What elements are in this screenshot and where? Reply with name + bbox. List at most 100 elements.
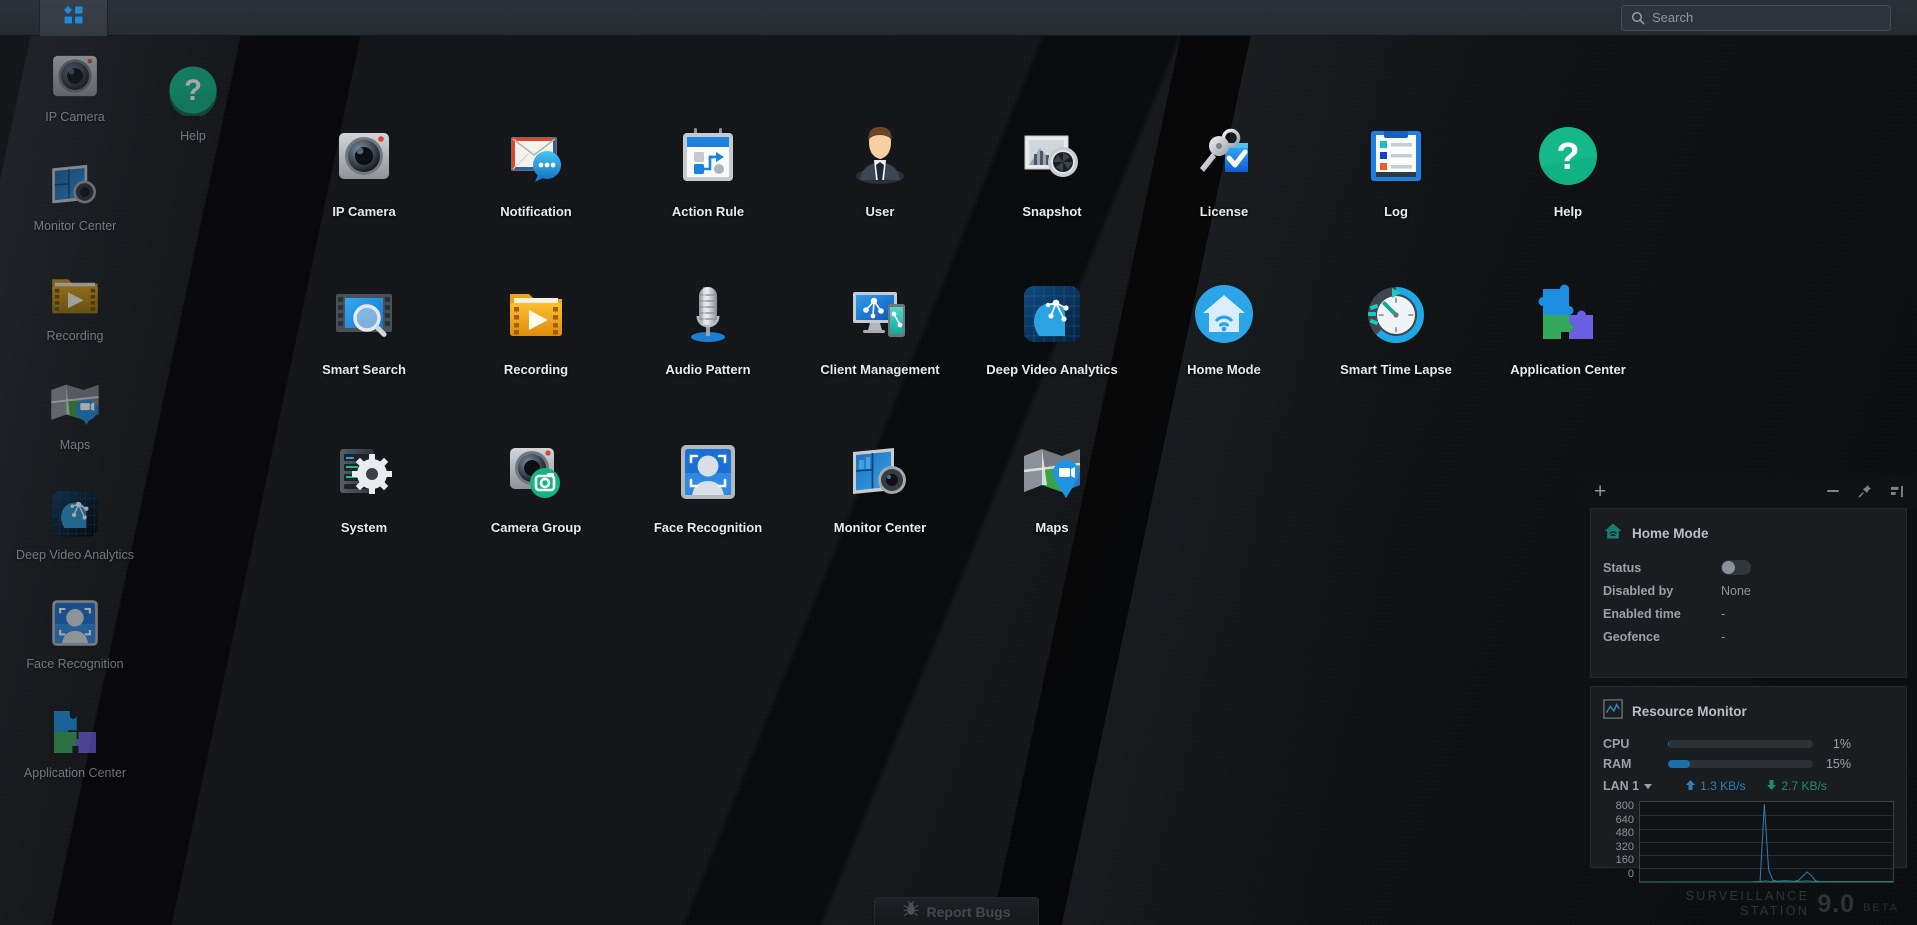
search-box[interactable]	[1621, 4, 1891, 31]
shortcut-deep-video-analytics[interactable]: Deep Video Analytics	[16, 486, 134, 562]
shortcut-application-center[interactable]: Application Center	[20, 704, 130, 780]
app-notification[interactable]: Notification	[450, 118, 622, 246]
app-label: Smart Time Lapse	[1340, 362, 1452, 377]
system-gear-icon	[332, 440, 396, 504]
search-input[interactable]	[1652, 6, 1890, 29]
app-home-mode[interactable]: Home Mode	[1138, 276, 1310, 404]
app-label: Deep Video Analytics	[986, 362, 1118, 377]
ip-camera-icon	[332, 124, 396, 188]
upload-arrow-icon	[1686, 779, 1696, 793]
app-label: Notification	[500, 204, 572, 219]
shortcut-label: Deep Video Analytics	[16, 547, 134, 562]
y-tick: 640	[1615, 813, 1634, 826]
shortcut-label: Face Recognition	[26, 656, 124, 671]
bug-icon	[902, 901, 919, 922]
app-label: Help	[1553, 204, 1583, 219]
row-key: Geofence	[1603, 629, 1660, 644]
maps-icon	[1020, 440, 1084, 504]
app-camera-group[interactable]: Camera Group	[450, 434, 622, 562]
shortcut-ip-camera[interactable]: IP Camera	[20, 48, 130, 124]
app-label: User	[865, 204, 895, 219]
app-ip-camera[interactable]: IP Camera	[278, 118, 450, 246]
home-mode-status-row: Status	[1591, 556, 1906, 579]
app-label: Client Management	[820, 362, 940, 377]
app-deep-video-analytics[interactable]: Deep Video Analytics	[966, 276, 1138, 404]
app-label: System	[340, 520, 388, 535]
app-label: Monitor Center	[833, 520, 927, 535]
monitor-center-icon	[47, 157, 103, 213]
app-recording[interactable]: Recording	[450, 276, 622, 404]
chart-plot-area	[1639, 801, 1894, 883]
widget-panel: + Home Mode Status Disabled by None Enab…	[1580, 474, 1917, 883]
download-stat: 2.7 KB/s	[1767, 779, 1827, 793]
app-monitor-center[interactable]: Monitor Center	[794, 434, 966, 562]
main-menu-button[interactable]	[40, 0, 108, 36]
brand-release-tag: BETA	[1863, 902, 1899, 914]
grid-apps-icon	[63, 5, 85, 30]
add-widget-button[interactable]: +	[1594, 481, 1606, 502]
row-value: -	[1721, 606, 1726, 621]
app-label: Audio Pattern	[665, 362, 751, 377]
app-label: Action Rule	[671, 204, 745, 219]
app-log[interactable]: Log	[1310, 118, 1482, 246]
app-label: Maps	[1035, 520, 1069, 535]
app-audio-pattern[interactable]: Audio Pattern	[622, 276, 794, 404]
product-branding: SURVEILLANCE STATION 9.0 BETA	[1686, 890, 1899, 917]
upload-stat: 1.3 KB/s	[1686, 779, 1745, 793]
app-client-management[interactable]: Client Management	[794, 276, 966, 404]
home-mode-geofence-row: Geofence -	[1591, 625, 1906, 648]
app-license[interactable]: License	[1138, 118, 1310, 246]
app-system[interactable]: System	[278, 434, 450, 562]
cpu-label: CPU	[1603, 737, 1630, 751]
minimize-icon[interactable]	[1826, 485, 1840, 497]
collapse-panel-icon[interactable]	[1890, 485, 1905, 498]
home-mode-enabledtime-row: Enabled time -	[1591, 602, 1906, 625]
app-label: Home Mode	[1187, 362, 1261, 377]
recording-folder-icon	[504, 282, 568, 346]
shortcut-recording[interactable]: Recording	[20, 267, 130, 343]
shortcut-monitor-center[interactable]: Monitor Center	[20, 157, 130, 233]
ram-label: RAM	[1603, 757, 1632, 771]
shortcut-label: Recording	[46, 328, 104, 343]
application-center-icon	[1536, 282, 1600, 346]
row-value: None	[1721, 583, 1751, 598]
widget-title-text: Home Mode	[1632, 526, 1709, 541]
app-maps[interactable]: Maps	[966, 434, 1138, 562]
brand-line-2: STATION	[1740, 903, 1810, 918]
resource-monitor-icon	[1603, 699, 1623, 724]
shortcut-maps[interactable]: Maps	[20, 376, 130, 452]
notification-icon	[504, 124, 568, 188]
shortcut-label: Help	[180, 129, 206, 143]
row-key: Status	[1603, 560, 1642, 575]
lan-selector[interactable]: LAN 1	[1603, 779, 1653, 793]
topbar	[0, 0, 1917, 36]
shortcut-help[interactable]: ? Help	[138, 64, 248, 143]
svg-text:?: ?	[1556, 136, 1579, 178]
monitor-center-icon	[848, 440, 912, 504]
home-mode-disabledby-row: Disabled by None	[1591, 579, 1906, 602]
ram-percent: 15%	[1825, 757, 1851, 771]
app-user[interactable]: User	[794, 118, 966, 246]
ram-bar	[1668, 760, 1813, 768]
brand-line-1: SURVEILLANCE	[1685, 889, 1810, 903]
app-smart-search[interactable]: Smart Search	[278, 276, 450, 404]
app-help[interactable]: ? Help	[1482, 118, 1654, 246]
shortcut-label: IP Camera	[45, 110, 105, 124]
app-snapshot[interactable]: Snapshot	[966, 118, 1138, 246]
topbar-left-slot	[0, 0, 40, 36]
app-face-recognition[interactable]: Face Recognition	[622, 434, 794, 562]
home-mode-status-toggle[interactable]	[1721, 560, 1751, 575]
row-key: Enabled time	[1603, 606, 1681, 621]
license-key-icon	[1192, 124, 1256, 188]
report-bugs-button[interactable]: Report Bugs	[874, 897, 1039, 925]
row-value: -	[1721, 629, 1726, 644]
y-tick: 800	[1615, 800, 1634, 812]
pin-icon[interactable]	[1858, 484, 1872, 498]
download-rate: 2.7 KB/s	[1781, 779, 1827, 793]
app-action-rule[interactable]: Action Rule	[622, 118, 794, 246]
app-smart-time-lapse[interactable]: Smart Time Lapse	[1310, 276, 1482, 404]
widget-panel-header: +	[1580, 474, 1917, 508]
app-label: Log	[1384, 204, 1408, 219]
app-application-center[interactable]: Application Center	[1482, 276, 1654, 404]
shortcut-face-recognition[interactable]: Face Recognition	[20, 595, 130, 671]
